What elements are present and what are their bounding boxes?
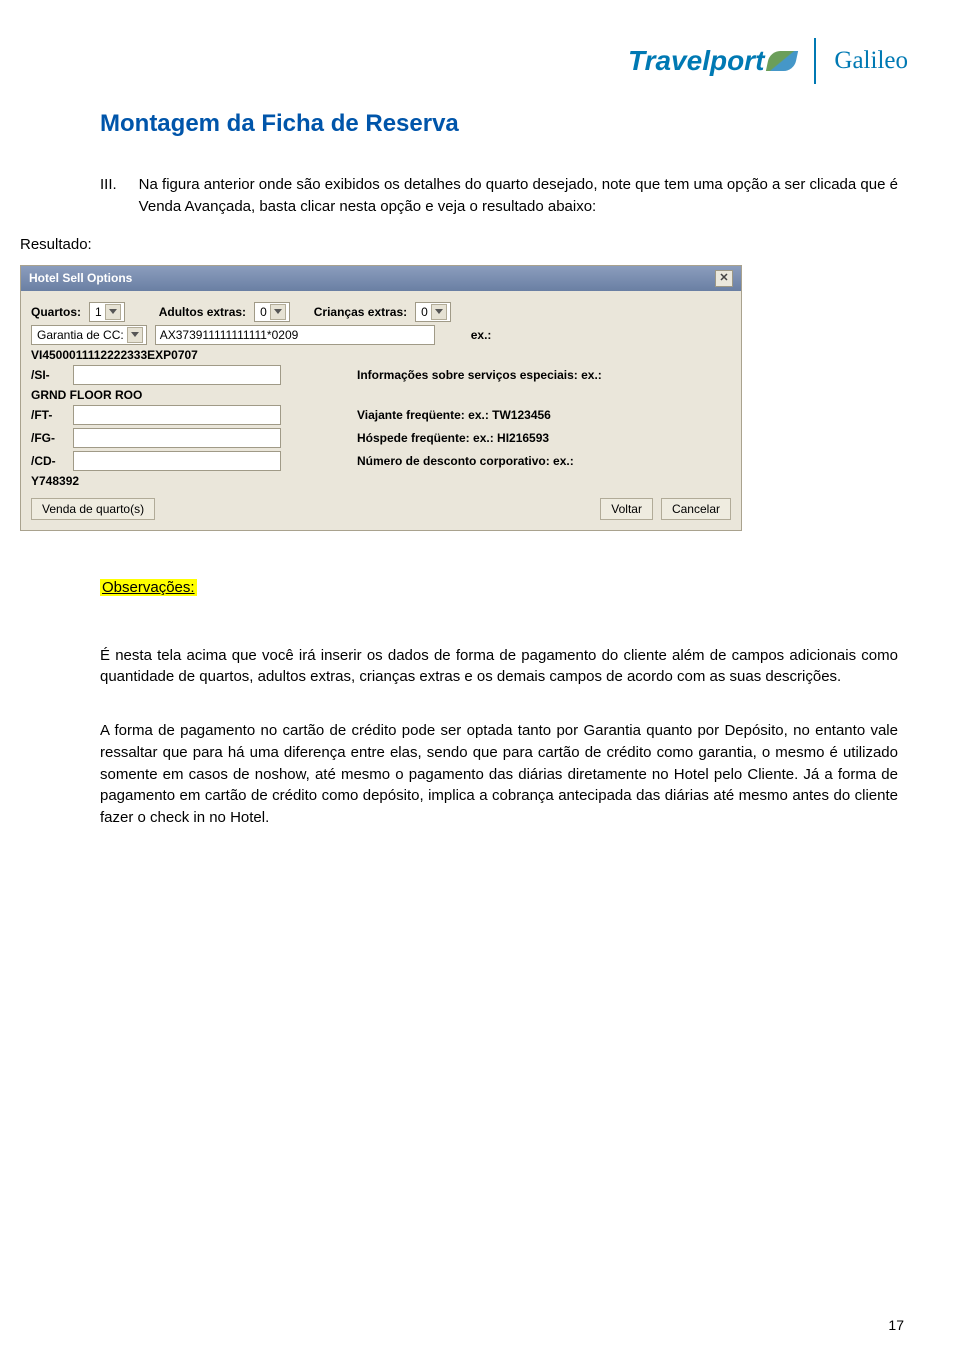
dialog-title-bar: Hotel Sell Options ✕ <box>21 266 741 291</box>
criancas-extras-label: Crianças extras: <box>314 305 407 319</box>
back-button[interactable]: Voltar <box>600 498 653 520</box>
cc-number-input[interactable]: AX373911111111111*0209 <box>155 325 435 345</box>
criancas-extras-select[interactable]: 0 <box>415 302 451 322</box>
observacoes-paragraph-2: A forma de pagamento no cartão de crédit… <box>100 720 898 829</box>
criancas-value: 0 <box>421 305 428 319</box>
cd-input[interactable] <box>73 451 281 471</box>
close-button[interactable]: ✕ <box>715 270 733 287</box>
si-example-text: GRND FLOOR ROO <box>31 388 142 402</box>
cc-example-label: ex.: <box>471 328 492 342</box>
cd-label: /CD- <box>31 454 65 468</box>
adultos-value: 0 <box>260 305 267 319</box>
garantia-cc-label: Garantia de CC: <box>37 328 124 342</box>
quartos-select[interactable]: 1 <box>89 302 125 322</box>
chevron-down-icon <box>127 327 143 343</box>
chevron-down-icon <box>105 304 121 320</box>
hotel-sell-options-dialog: Hotel Sell Options ✕ Quartos: 1 Adultos … <box>20 265 742 531</box>
cancel-button[interactable]: Cancelar <box>661 498 731 520</box>
observacoes-label: Observações: <box>100 579 197 596</box>
fg-input[interactable] <box>73 428 281 448</box>
dialog-title-text: Hotel Sell Options <box>29 271 132 285</box>
galileo-logo: Galileo <box>834 47 908 75</box>
vi-example-text: VI4500011112222333EXP0707 <box>31 348 198 362</box>
garantia-cc-select[interactable]: Garantia de CC: <box>31 325 147 345</box>
fg-hint: Hóspede freqüente: ex.: HI216593 <box>357 431 549 445</box>
ft-label: /FT- <box>31 408 65 422</box>
ft-input[interactable] <box>73 405 281 425</box>
chevron-down-icon <box>270 304 286 320</box>
adultos-extras-label: Adultos extras: <box>159 305 246 319</box>
si-input[interactable] <box>73 365 281 385</box>
intro-paragraph: III. Na figura anterior onde são exibido… <box>100 174 898 218</box>
fg-label: /FG- <box>31 431 65 445</box>
header-divider <box>814 38 816 84</box>
travelport-glyph-icon <box>766 51 798 71</box>
observacoes-paragraph-1: É nesta tela acima que você irá inserir … <box>100 645 898 689</box>
travelport-logo: Travelport <box>628 45 796 77</box>
adultos-extras-select[interactable]: 0 <box>254 302 290 322</box>
list-numeral: III. <box>100 174 117 218</box>
page-header: Travelport Galileo <box>20 38 908 84</box>
intro-text: Na figura anterior onde são exibidos os … <box>139 174 898 218</box>
brand-text: Travelport <box>628 45 764 77</box>
si-label: /SI- <box>31 368 65 382</box>
quartos-label: Quartos: <box>31 305 81 319</box>
quartos-value: 1 <box>95 305 102 319</box>
ft-hint: Viajante freqüente: ex.: TW123456 <box>357 408 551 422</box>
cd-example-text: Y748392 <box>31 474 79 488</box>
chevron-down-icon <box>431 304 447 320</box>
resultado-label: Resultado: <box>20 236 908 253</box>
sell-rooms-button[interactable]: Venda de quarto(s) <box>31 498 155 520</box>
cd-hint: Número de desconto corporativo: ex.: <box>357 454 574 468</box>
page-title: Montagem da Ficha de Reserva <box>100 110 898 138</box>
page-number: 17 <box>888 1317 904 1333</box>
si-hint: Informações sobre serviços especiais: ex… <box>357 368 602 382</box>
